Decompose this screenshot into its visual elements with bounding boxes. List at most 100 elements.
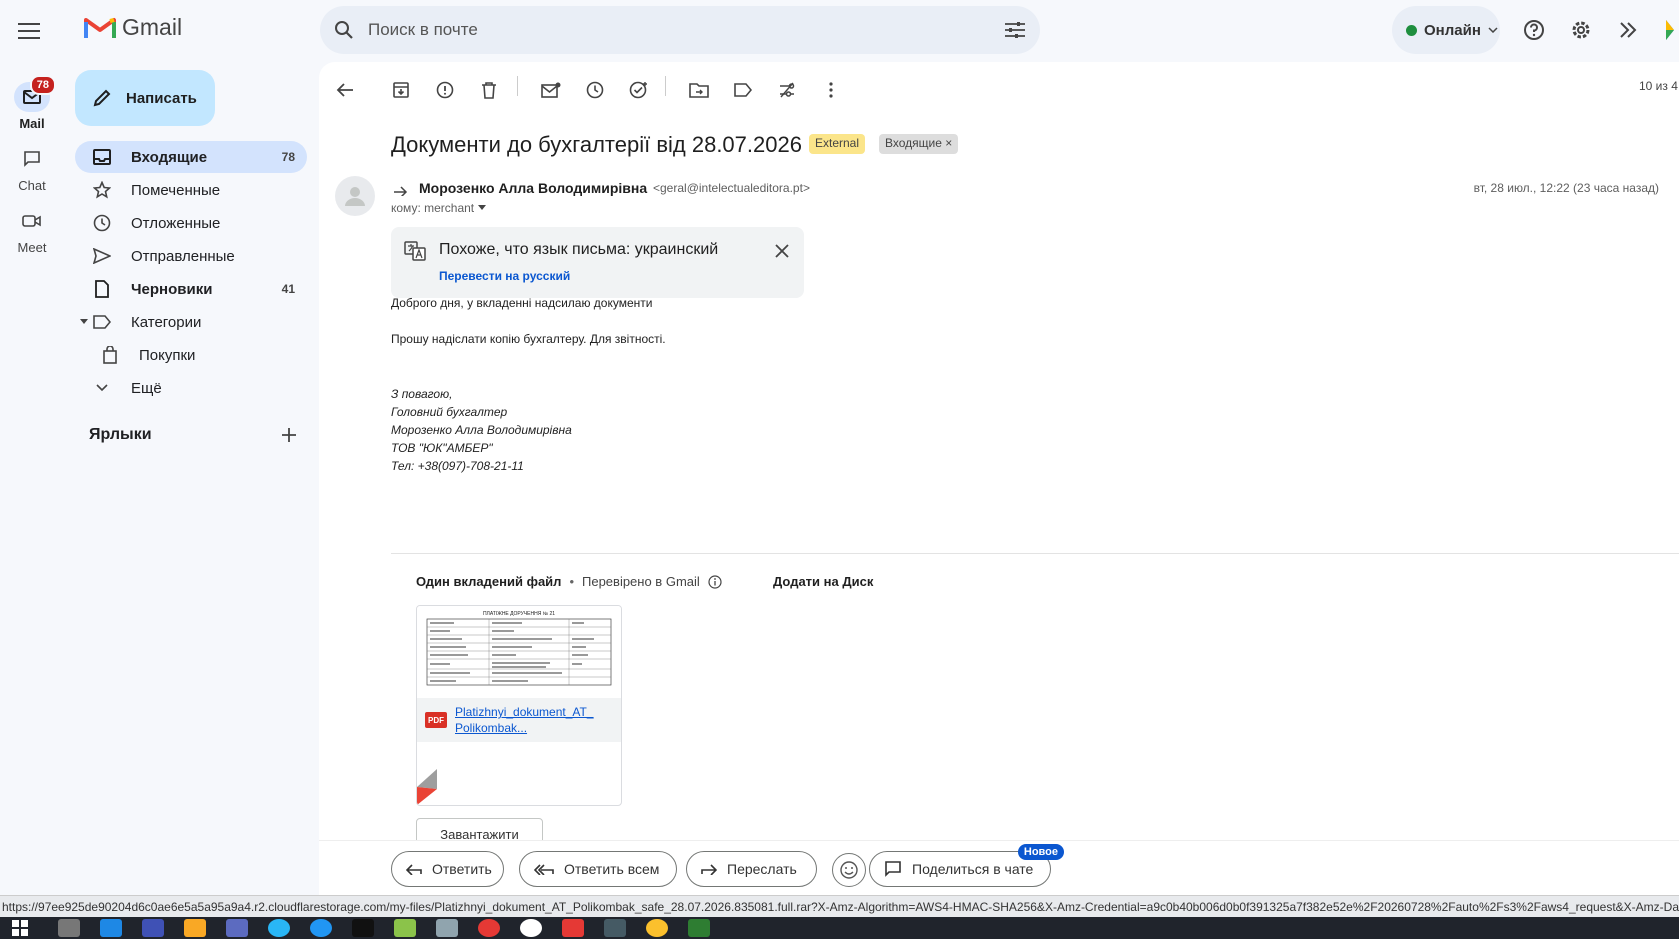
save-app-icon[interactable]: [142, 919, 164, 937]
apps-icon[interactable]: [1660, 16, 1679, 44]
toolbar-divider: [665, 76, 666, 96]
terminal-icon[interactable]: [352, 919, 374, 937]
online-status-dot: [1406, 24, 1417, 36]
nav-item-starred[interactable]: Помеченные: [75, 174, 307, 206]
toolbar-divider: [517, 76, 518, 96]
add-to-drive-button[interactable]: Додати на Диск: [773, 574, 873, 589]
message-panel: 10 из 4 Документи до бухгалтерії від 28.…: [319, 62, 1679, 895]
attachments-header: Один вкладений файл • Перевірено в Gmail: [416, 574, 722, 589]
more-vertical-icon[interactable]: [819, 78, 843, 102]
search-options-icon[interactable]: [1004, 21, 1026, 39]
signature-line: Головний бухгалтер: [391, 405, 508, 419]
compose-button[interactable]: Написать: [75, 70, 215, 126]
rail-item-mail[interactable]: 78 Mail: [0, 75, 64, 131]
nav-item-drafts[interactable]: Черновики 41: [75, 273, 307, 305]
reply-icon: [406, 863, 422, 875]
message-toolbar: 10 из 4: [319, 62, 1679, 110]
attachment-file-name[interactable]: Platizhnyi_dokument_AT_ Polikombak...: [455, 704, 594, 736]
task-view-icon[interactable]: [58, 919, 80, 937]
attachment-name-row[interactable]: PDF Platizhnyi_dokument_AT_ Polikombak..…: [417, 698, 621, 742]
move-to-icon[interactable]: [687, 78, 711, 102]
status-label: Онлайн: [1424, 21, 1481, 39]
app-icon[interactable]: [562, 919, 584, 937]
chevron-down-icon: [1488, 27, 1498, 33]
reply-all-icon: [534, 863, 554, 875]
app-rail: 78 Mail Chat Meet: [0, 0, 64, 895]
app-icon[interactable]: [604, 919, 626, 937]
add-task-icon[interactable]: [627, 78, 651, 102]
add-label-icon[interactable]: [278, 424, 300, 446]
windows-start-icon[interactable]: [10, 919, 30, 937]
attachment-card[interactable]: ПЛАТІЖНЕ ДОРУЧЕННЯ № 21 PDF Platizhnyi_d…: [416, 605, 622, 806]
gemini-icon[interactable]: [1614, 16, 1642, 44]
folder-icon[interactable]: [184, 919, 206, 937]
forward-button[interactable]: Переслать: [686, 851, 817, 887]
app-icon[interactable]: [226, 919, 248, 937]
edge-icon[interactable]: [100, 919, 122, 937]
gear-icon[interactable]: [1567, 16, 1595, 44]
signature-line: ТОВ "ЮК"АМБЕР": [391, 441, 493, 455]
reply-button[interactable]: Ответить: [391, 851, 504, 887]
chrome-icon[interactable]: [646, 919, 668, 937]
app-icon[interactable]: [394, 919, 416, 937]
telegram-icon[interactable]: [268, 919, 290, 937]
back-arrow-icon[interactable]: [333, 78, 357, 102]
recipient-line[interactable]: кому: merchant: [391, 201, 487, 215]
report-spam-icon[interactable]: [433, 78, 457, 102]
mark-unread-icon[interactable]: [539, 78, 563, 102]
replied-arrow-icon: [391, 180, 411, 200]
messenger-icon[interactable]: [310, 919, 332, 937]
avatar[interactable]: [335, 176, 375, 216]
nav-item-snoozed[interactable]: Отложенные: [75, 207, 307, 239]
rail-item-meet[interactable]: Meet: [0, 206, 64, 255]
translate-link[interactable]: Перевести на русский: [439, 269, 570, 283]
status-dropdown[interactable]: Онлайн: [1392, 6, 1500, 54]
chevron-down-icon: [91, 377, 113, 399]
menu-icon[interactable]: [16, 18, 42, 44]
sender-name[interactable]: Морозенко Алла Володимирівна: [419, 180, 647, 196]
lock-app-icon[interactable]: [520, 919, 542, 937]
caret-down-icon[interactable]: [478, 205, 487, 211]
filter-messages-icon[interactable]: [775, 78, 799, 102]
rail-item-label: Meet: [17, 240, 47, 255]
app-icon[interactable]: [436, 919, 458, 937]
search-input[interactable]: [368, 20, 1004, 40]
search-icon[interactable]: [334, 20, 354, 40]
reply-label: Ответить: [432, 861, 492, 877]
gmail-logo[interactable]: Gmail: [84, 14, 182, 41]
nav-item-sent[interactable]: Отправленные: [75, 240, 307, 272]
chat-icon: [23, 150, 41, 168]
message-actions-bar: Ответить Ответить всем Переслать Поделит…: [319, 840, 1679, 895]
inbox-count: 78: [281, 150, 295, 164]
file-name-line: Polikombak...: [455, 721, 528, 735]
inbox-tag[interactable]: Входящие ×: [879, 134, 959, 154]
reply-all-label: Ответить всем: [564, 861, 660, 877]
expand-arrow-icon[interactable]: [80, 319, 88, 325]
separator-dot: •: [569, 574, 574, 589]
pencil-icon: [92, 88, 112, 108]
nav-item-purchases[interactable]: Покупки: [75, 339, 307, 371]
label-icon[interactable]: [731, 78, 755, 102]
gmail-m-icon: [84, 16, 116, 40]
nav-item-categories[interactable]: Категории: [75, 306, 307, 338]
info-icon[interactable]: [708, 574, 722, 589]
emoji-reaction-button[interactable]: [832, 853, 866, 887]
chat-bubble-icon: [884, 860, 902, 878]
status-url-bar: https://97ee925de90204d6c0ae6e5a5a95a9a4…: [0, 895, 1679, 917]
nav-item-more[interactable]: Ещё: [75, 372, 307, 404]
excel-icon[interactable]: [688, 919, 710, 937]
archive-icon[interactable]: [389, 78, 413, 102]
rail-item-chat[interactable]: Chat: [0, 144, 64, 193]
help-icon[interactable]: [1520, 16, 1548, 44]
star-icon: [91, 179, 113, 201]
chrome-icon[interactable]: [478, 919, 500, 937]
nav-label: Отправленные: [131, 247, 235, 265]
nav-item-inbox[interactable]: Входящие 78: [75, 141, 307, 173]
video-camera-icon: [22, 214, 42, 228]
reply-all-button[interactable]: Ответить всем: [519, 851, 677, 887]
share-in-chat-button[interactable]: Поделиться в чате Новое: [869, 844, 1064, 887]
trash-icon[interactable]: [477, 78, 501, 102]
snooze-icon[interactable]: [583, 78, 607, 102]
close-icon[interactable]: [772, 241, 792, 261]
signature-line: Тел: +38(097)-708-21-11: [391, 459, 524, 473]
